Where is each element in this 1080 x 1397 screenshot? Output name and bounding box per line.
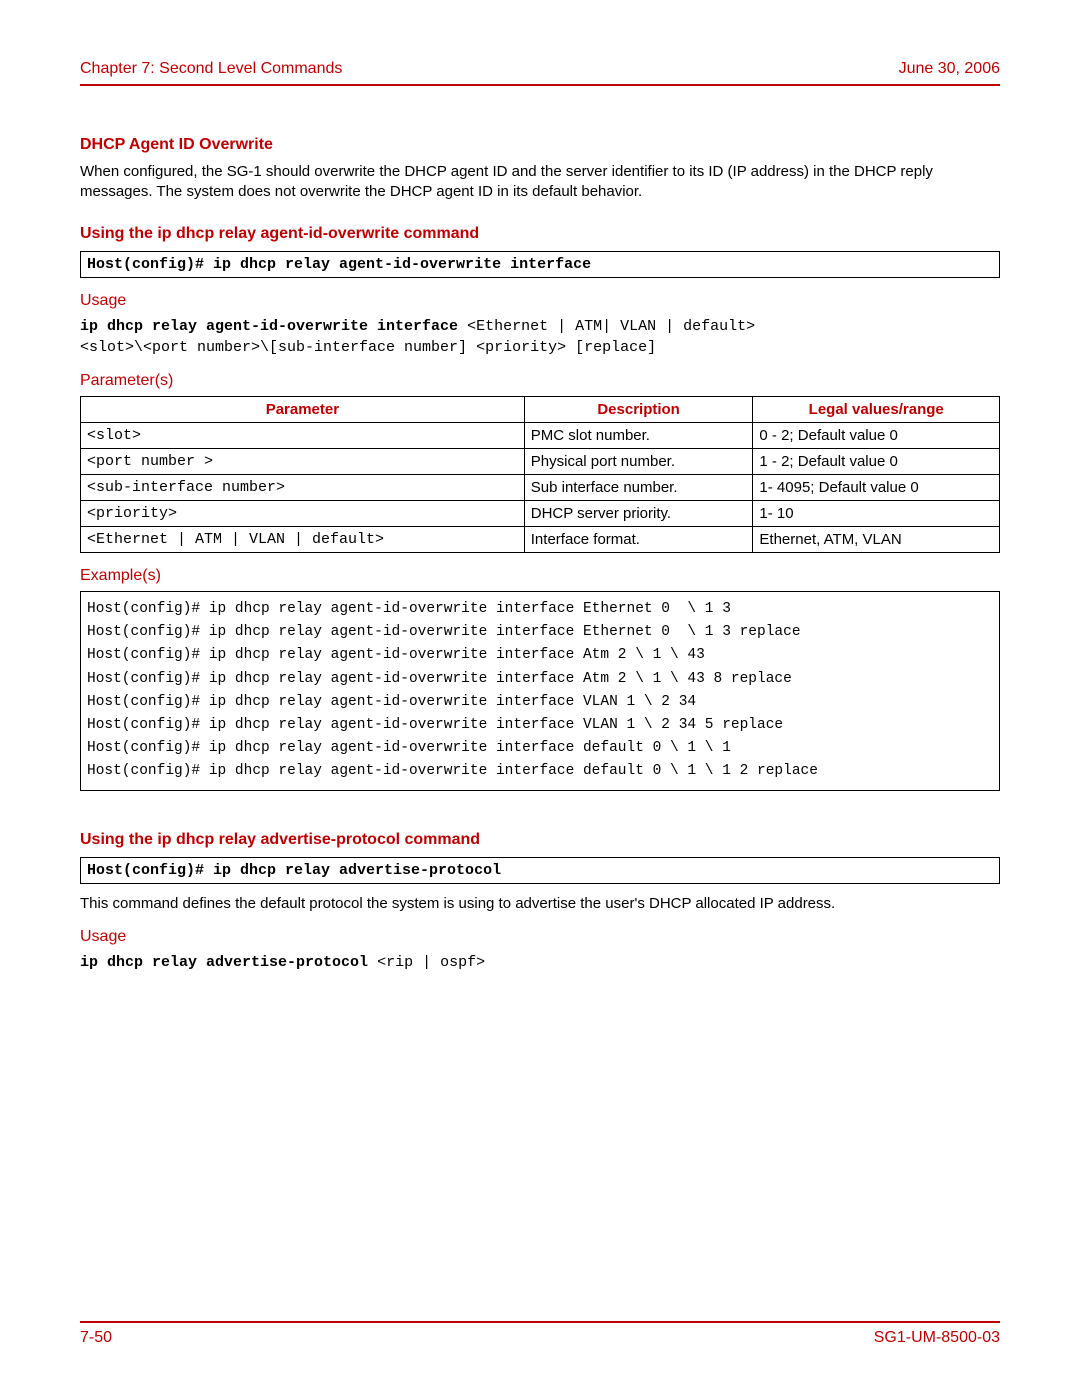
table-row: <slot> PMC slot number. 0 - 2; Default v… [81,423,1000,449]
page-header: Chapter 7: Second Level Commands June 30… [80,60,1000,86]
param-range: Ethernet, ATM, VLAN [753,527,1000,553]
usage-bold-2: ip dhcp relay advertise-protocol [80,954,377,971]
subheading-advertise-cmd: Using the ip dhcp relay advertise-protoc… [80,831,1000,849]
param-range: 1- 4095; Default value 0 [753,475,1000,501]
param-range: 0 - 2; Default value 0 [753,423,1000,449]
parameters-label: Parameter(s) [80,372,1000,390]
usage-rest-2: <rip | ospf> [377,954,485,971]
advertise-body: This command defines the default protoco… [80,894,1000,914]
param-name: <sub-interface number> [81,475,525,501]
param-name: <priority> [81,501,525,527]
th-description: Description [524,397,753,423]
param-desc: Sub interface number. [524,475,753,501]
chapter-title: Chapter 7: Second Level Commands [80,60,342,78]
table-row: <Ethernet | ATM | VLAN | default> Interf… [81,527,1000,553]
page: Chapter 7: Second Level Commands June 30… [0,0,1080,1397]
page-footer: 7-50 SG1-UM-8500-03 [80,1321,1000,1347]
section-heading-dhcp-agent: DHCP Agent ID Overwrite [80,136,1000,154]
page-number: 7-50 [80,1329,112,1347]
examples-label: Example(s) [80,567,1000,585]
subheading-overwrite-cmd: Using the ip dhcp relay agent-id-overwri… [80,225,1000,243]
section-body-dhcp-agent: When configured, the SG-1 should overwri… [80,162,1000,203]
usage-text-2: ip dhcp relay advertise-protocol <rip | … [80,952,1000,973]
param-desc: DHCP server priority. [524,501,753,527]
param-name: <slot> [81,423,525,449]
table-row: <priority> DHCP server priority. 1- 10 [81,501,1000,527]
param-range: 1- 10 [753,501,1000,527]
usage-label-2: Usage [80,928,1000,946]
usage-label-1: Usage [80,292,1000,310]
th-parameter: Parameter [81,397,525,423]
param-name: <Ethernet | ATM | VLAN | default> [81,527,525,553]
param-desc: Physical port number. [524,449,753,475]
param-range: 1 - 2; Default value 0 [753,449,1000,475]
param-name: <port number > [81,449,525,475]
parameters-table: Parameter Description Legal values/range… [80,396,1000,553]
usage-rest-1b: <slot>\<port number>\[sub-interface numb… [80,339,656,356]
examples-box: Host(config)# ip dhcp relay agent-id-ove… [80,591,1000,791]
table-row: <sub-interface number> Sub interface num… [81,475,1000,501]
usage-text-1: ip dhcp relay agent-id-overwrite interfa… [80,316,1000,359]
usage-bold-1: ip dhcp relay agent-id-overwrite interfa… [80,318,467,335]
doc-id: SG1-UM-8500-03 [874,1329,1000,1347]
table-row: <port number > Physical port number. 1 -… [81,449,1000,475]
param-desc: Interface format. [524,527,753,553]
page-date: June 30, 2006 [899,60,1000,78]
param-desc: PMC slot number. [524,423,753,449]
th-legal-values: Legal values/range [753,397,1000,423]
table-header-row: Parameter Description Legal values/range [81,397,1000,423]
usage-rest-1a: <Ethernet | ATM| VLAN | default> [467,318,755,335]
command-box-advertise: Host(config)# ip dhcp relay advertise-pr… [80,857,1000,884]
command-box-overwrite: Host(config)# ip dhcp relay agent-id-ove… [80,251,1000,278]
